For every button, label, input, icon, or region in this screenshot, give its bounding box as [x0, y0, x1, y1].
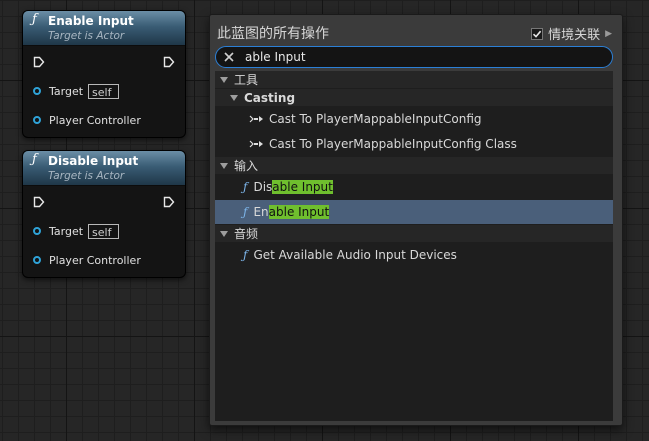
node-title: Enable Input — [48, 14, 134, 28]
category-casting[interactable]: Casting — [215, 89, 613, 106]
object-pin-icon[interactable] — [33, 87, 41, 95]
disable-input-node[interactable]: ƒ Disable Input Target is Actor Target s… — [22, 150, 186, 278]
category-label: 输入 — [234, 159, 259, 173]
item-label: Get Available Audio Input Devices — [253, 248, 457, 262]
list-item-enable-input[interactable]: ƒ En able Input — [215, 200, 613, 224]
list-item-get-audio-input-devices[interactable]: ƒ Get Available Audio Input Devices — [215, 243, 613, 267]
list-item-cast-2[interactable]: Cast To PlayerMappableInputConfig Class — [215, 132, 613, 156]
object-pin-icon[interactable] — [33, 116, 41, 124]
object-pin-icon[interactable] — [33, 256, 41, 264]
player-controller-pin-label: Player Controller — [49, 113, 141, 127]
search-input[interactable] — [243, 49, 587, 65]
function-icon: ƒ — [243, 205, 248, 219]
search-match-highlight: able Input — [268, 205, 330, 219]
cast-node-icon — [249, 140, 263, 148]
function-icon: ƒ — [32, 152, 37, 167]
enable-input-node[interactable]: ƒ Enable Input Target is Actor Target se… — [22, 10, 186, 138]
target-pin-row: Target self — [33, 222, 120, 240]
category-label: 音频 — [234, 227, 259, 241]
expanded-arrow-icon[interactable] — [220, 162, 228, 169]
action-list: 工具 Casting Cast To PlayerMappableInputCo… — [215, 71, 613, 421]
function-icon: ƒ — [243, 248, 248, 262]
target-self-field[interactable]: self — [88, 83, 120, 99]
node-subtitle: Target is Actor — [48, 170, 125, 182]
category-input[interactable]: 输入 — [215, 157, 613, 174]
menu-title: 此蓝图的所有操作 — [217, 26, 329, 42]
item-label: Cast To PlayerMappableInputConfig Class — [269, 137, 517, 151]
node-title: Disable Input — [48, 154, 139, 168]
node-header[interactable]: ƒ Enable Input Target is Actor — [23, 11, 185, 46]
expanded-arrow-icon[interactable] — [230, 94, 238, 101]
item-label-prefix: Dis — [253, 180, 273, 194]
search-match-highlight: able Input — [272, 180, 333, 194]
target-pin-row: Target self — [33, 82, 120, 100]
context-sensitive-toggle[interactable]: 情境关联 ▶ — [531, 24, 612, 43]
player-controller-pin-label: Player Controller — [49, 253, 141, 267]
player-controller-pin-row: Player Controller — [33, 251, 141, 269]
target-self-field[interactable]: self — [88, 223, 120, 239]
target-pin-label: Target — [49, 224, 84, 238]
expanded-arrow-icon[interactable] — [220, 230, 228, 237]
category-tools[interactable]: 工具 — [215, 71, 613, 88]
category-audio[interactable]: 音频 — [215, 225, 613, 242]
list-item-cast-1[interactable]: Cast To PlayerMappableInputConfig — [215, 107, 613, 131]
blueprint-action-menu: 此蓝图的所有操作 情境关联 ▶ 工具 Casting Cast To Playe… — [209, 14, 623, 426]
node-subtitle: Target is Actor — [48, 30, 125, 42]
category-label: 工具 — [234, 73, 259, 87]
item-label-prefix: En — [253, 205, 269, 219]
item-label: Cast To PlayerMappableInputConfig — [269, 112, 482, 126]
category-label: Casting — [244, 90, 296, 105]
player-controller-pin-row: Player Controller — [33, 111, 141, 129]
function-icon: ƒ — [32, 12, 37, 27]
context-checkbox[interactable] — [531, 27, 544, 40]
target-pin-label: Target — [49, 84, 84, 98]
checkmark-icon — [533, 30, 542, 38]
search-box — [215, 46, 613, 68]
object-pin-icon[interactable] — [33, 227, 41, 235]
expanded-arrow-icon[interactable] — [220, 76, 228, 83]
clear-search-icon[interactable] — [223, 51, 235, 63]
context-label: 情境关联 — [548, 28, 601, 43]
list-item-disable-input[interactable]: ƒ Dis able Input — [215, 175, 613, 199]
node-header[interactable]: ƒ Disable Input Target is Actor — [23, 151, 185, 186]
function-icon: ƒ — [243, 180, 248, 194]
cast-node-icon — [249, 115, 263, 123]
chevron-right-icon[interactable]: ▶ — [605, 29, 612, 39]
